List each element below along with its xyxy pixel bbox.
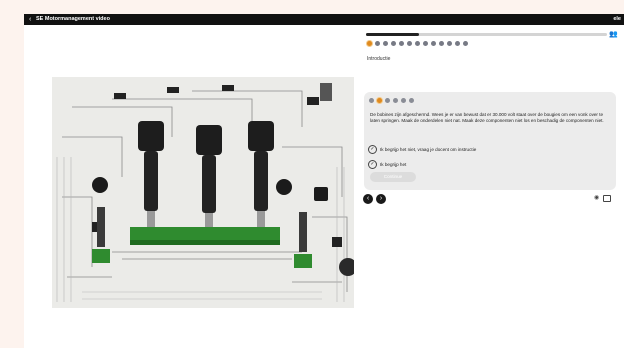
step-indicator xyxy=(367,41,468,46)
step-dot[interactable] xyxy=(407,41,412,46)
substep-dot[interactable] xyxy=(377,98,382,103)
step-dot[interactable] xyxy=(399,41,404,46)
step-dot[interactable] xyxy=(391,41,396,46)
people-icon[interactable]: 👥 xyxy=(609,30,618,38)
step-dot[interactable] xyxy=(463,41,468,46)
step-dot[interactable] xyxy=(431,41,436,46)
lesson-progress-bar xyxy=(366,33,607,36)
section-label: Introductie xyxy=(367,56,391,62)
step-dot[interactable] xyxy=(455,41,460,46)
substep-dot[interactable] xyxy=(401,98,406,103)
option-understand-label: Ik begrijp het xyxy=(380,162,407,167)
top-bar: ‹ SE Motormanagement video ele xyxy=(24,14,624,25)
step-dot[interactable] xyxy=(439,41,444,46)
window-title: SE Motormanagement video xyxy=(36,16,110,22)
substep-dot[interactable] xyxy=(409,98,414,103)
video-frame[interactable] xyxy=(52,77,354,308)
page: ‹ SE Motormanagement video ele 👥 Introdu… xyxy=(24,14,624,348)
check-circle-icon[interactable]: ✓ xyxy=(368,160,377,169)
previous-arrow-icon[interactable]: ‹ xyxy=(363,194,373,204)
step-dot[interactable] xyxy=(423,41,428,46)
lesson-progress-fill xyxy=(366,33,420,36)
ignition-board-illustration xyxy=(52,77,354,308)
next-arrow-icon[interactable]: › xyxy=(376,194,386,204)
step-dot[interactable] xyxy=(367,41,372,46)
instruction-message: De bobines zijn afgeschermd. Wees je er … xyxy=(370,112,604,124)
top-right-label[interactable]: ele xyxy=(613,14,621,25)
option-not-understand[interactable]: ✓ Ik begrijp het niet, vraag je docent o… xyxy=(368,145,476,154)
step-dot[interactable] xyxy=(375,41,380,46)
instruction-card: De bobines zijn afgeschermd. Wees je er … xyxy=(364,92,616,190)
step-dot[interactable] xyxy=(447,41,452,46)
window-icon[interactable] xyxy=(603,195,611,202)
back-chevron-icon[interactable]: ‹ xyxy=(29,14,31,25)
substep-dot[interactable] xyxy=(393,98,398,103)
substep-dot[interactable] xyxy=(369,98,374,103)
step-dot[interactable] xyxy=(415,41,420,46)
substep-indicator xyxy=(369,98,414,103)
step-dot[interactable] xyxy=(383,41,388,46)
option-understand[interactable]: ✓ Ik begrijp het xyxy=(368,160,406,169)
continue-button[interactable]: Continue xyxy=(370,172,416,182)
eye-icon[interactable]: ◉ xyxy=(594,194,599,201)
check-circle-icon[interactable]: ✓ xyxy=(368,145,377,154)
substep-dot[interactable] xyxy=(385,98,390,103)
option-not-understand-label: Ik begrijp het niet, vraag je docent om … xyxy=(380,147,477,152)
